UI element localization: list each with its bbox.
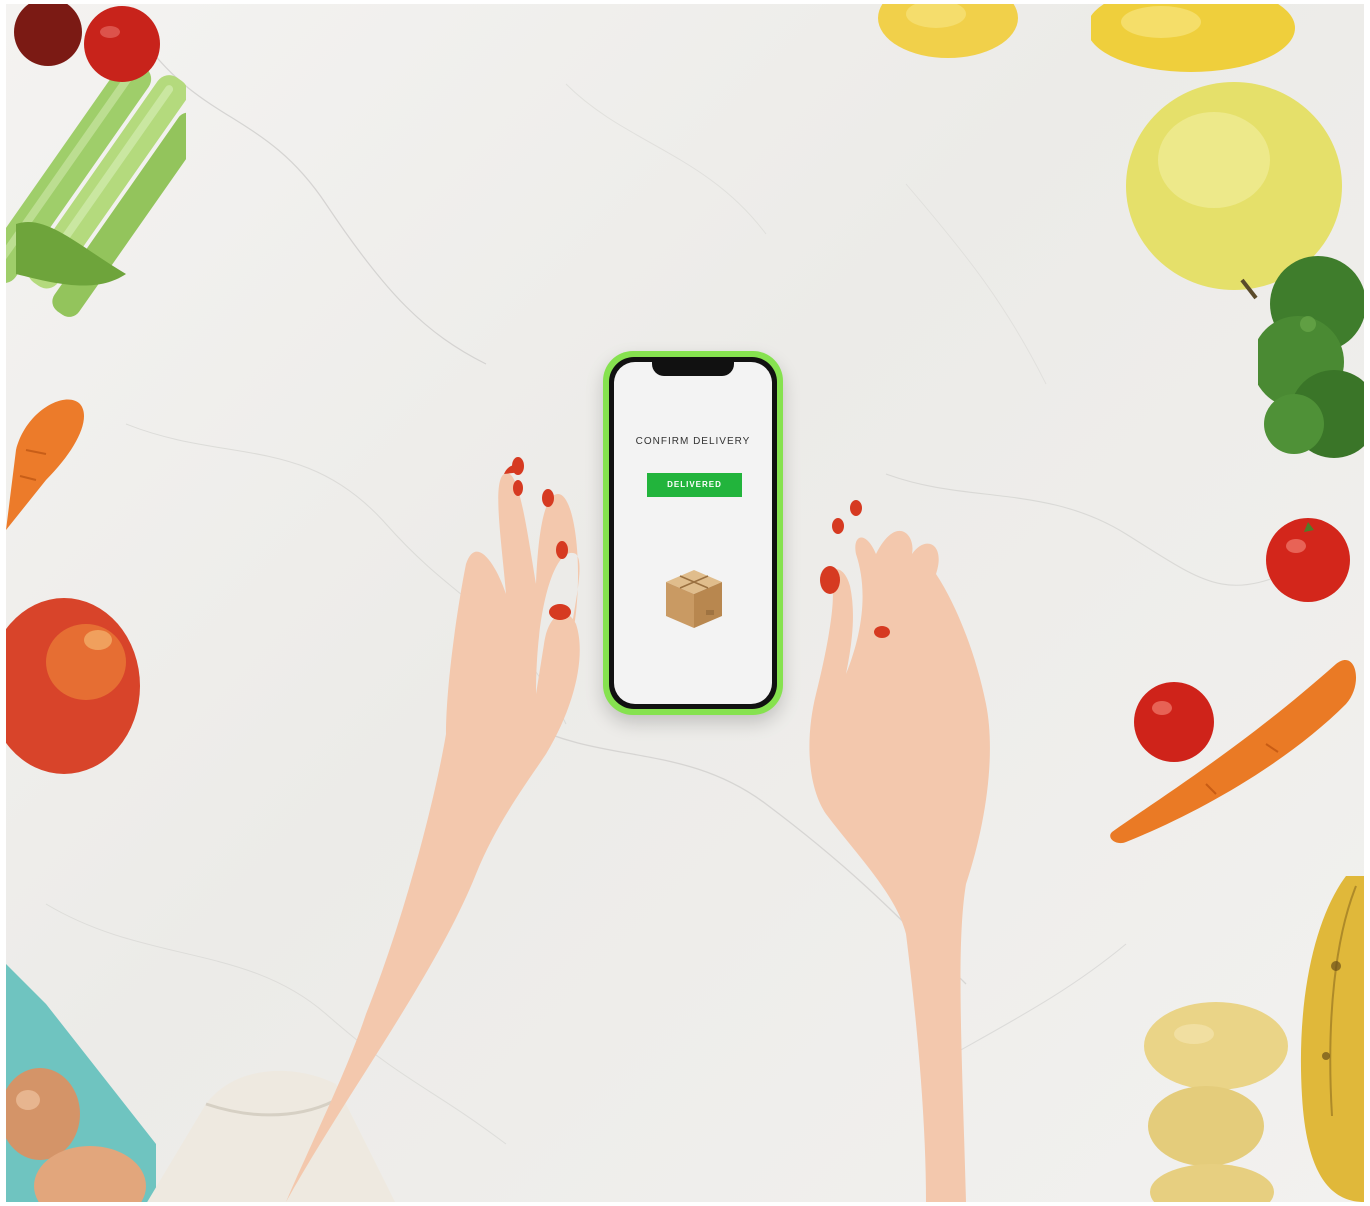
- photo-scene: CONFIRM DELIVERY DELIVERED: [6, 4, 1364, 1202]
- lemon-top-right: [1091, 4, 1295, 72]
- apple-left: [6, 598, 140, 774]
- phone-body: CONFIRM DELIVERY DELIVERED: [609, 357, 777, 709]
- tomato-top-left: [14, 4, 160, 82]
- phone: CONFIRM DELIVERY DELIVERED: [603, 351, 783, 715]
- carrot-right: [1110, 660, 1357, 844]
- package-icon: [666, 570, 722, 628]
- left-hand: [286, 457, 580, 1202]
- confirm-delivery-title: CONFIRM DELIVERY: [635, 436, 751, 447]
- phone-notch: [652, 362, 734, 376]
- banana: [1300, 876, 1364, 1202]
- delivered-button[interactable]: DELIVERED: [647, 473, 742, 497]
- phone-screen: CONFIRM DELIVERY DELIVERED: [614, 362, 772, 704]
- carrot-left: [6, 399, 85, 530]
- right-hand: [809, 500, 990, 1202]
- potatoes: [1144, 1002, 1288, 1202]
- lemon-top-middle: [878, 4, 1018, 58]
- broccoli: [1258, 256, 1364, 458]
- tomato-right-upper: [1266, 518, 1350, 602]
